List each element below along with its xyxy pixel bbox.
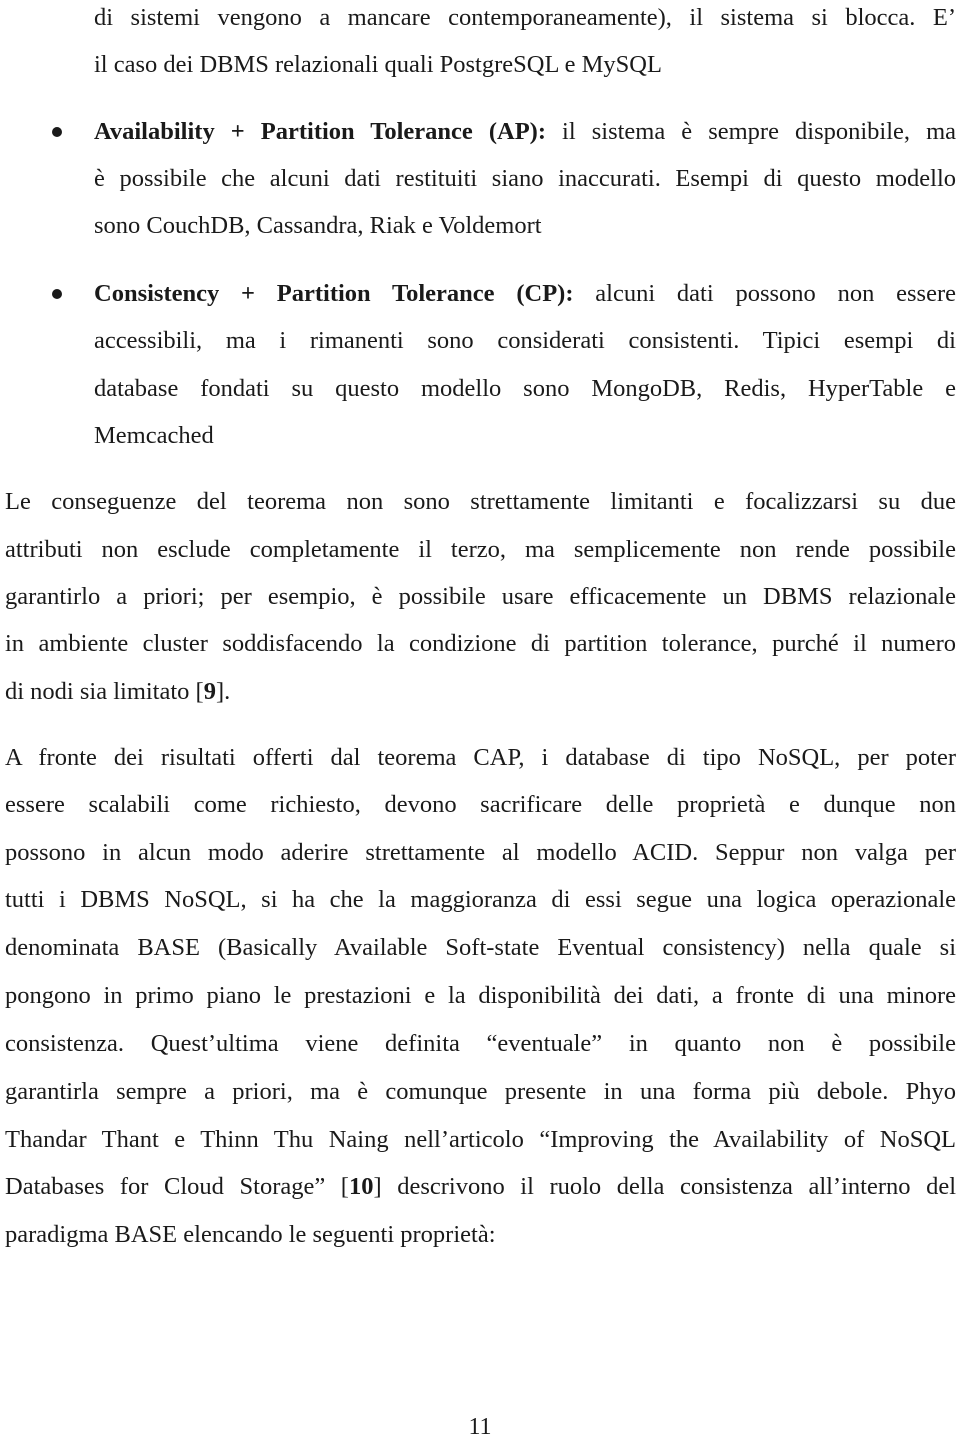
text-line: attributi non esclude completamente il t…: [5, 536, 956, 563]
text-line: pongono in primo piano le prestazioni e …: [5, 982, 956, 1009]
bullet-term: Availability + Partition Tolerance (AP):: [94, 118, 546, 145]
text-fragment: ] descrivono il ruolo della consistenza …: [373, 1173, 956, 1200]
text-line: accessibili, ma i rimanenti sono conside…: [94, 327, 956, 354]
bullet-icon: [52, 127, 62, 137]
text-line: paradigma BASE elencando le seguenti pro…: [5, 1221, 496, 1248]
text-line: di sistemi vengono a mancare contemporan…: [94, 4, 956, 31]
page-number: 11: [468, 1414, 492, 1440]
text-line: Le conseguenze del teorema non sono stre…: [5, 488, 956, 515]
text-line: garantirla sempre a priori, ma è comunqu…: [5, 1078, 956, 1105]
text-line: garantirlo a priori; per esempio, è poss…: [5, 583, 956, 610]
text-line: Databases for Cloud Storage” [10] descri…: [5, 1172, 956, 1202]
bullet-icon: [52, 289, 62, 299]
bullet-term: Consistency + Partition Tolerance (CP):: [94, 280, 574, 307]
citation-link[interactable]: 10: [349, 1173, 374, 1200]
text-line: essere scalabili come richiesto, devono …: [5, 791, 956, 818]
text-fragment: Databases for Cloud Storage” [: [5, 1173, 349, 1200]
bullet-text: alcuni dati possono non essere: [573, 280, 956, 307]
text-line: sono CouchDB, Cassandra, Riak e Voldemor…: [94, 212, 542, 239]
citation-link[interactable]: 9: [204, 678, 216, 705]
text-line: è possibile che alcuni dati restituiti s…: [94, 165, 956, 192]
bullet-first-line: Consistency + Partition Tolerance (CP): …: [94, 279, 956, 309]
text-line: Memcached: [94, 422, 214, 449]
bullet-first-line: Availability + Partition Tolerance (AP):…: [94, 117, 956, 147]
text-line: tutti i DBMS NoSQL, si ha che la maggior…: [5, 886, 956, 913]
text-line: possono in alcun modo aderire strettamen…: [5, 839, 956, 866]
text-line: Thandar Thant e Thinn Thu Naing nell’art…: [5, 1126, 956, 1153]
text-line: A fronte dei risultati offerti dal teore…: [5, 744, 956, 771]
text-line: denominata BASE (Basically Available Sof…: [5, 934, 956, 961]
text-line: database fondati su questo modello sono …: [94, 375, 956, 402]
text-fragment: ].: [215, 678, 231, 705]
bullet-text: il sistema è sempre disponibile, ma: [546, 118, 957, 145]
text-fragment: di nodi sia limitato [: [5, 678, 204, 705]
text-line: in ambiente cluster soddisfacendo la con…: [5, 630, 956, 657]
text-line: consistenza. Quest’ultima viene definita…: [5, 1030, 956, 1057]
text-line: il caso dei DBMS relazionali quali Postg…: [94, 51, 662, 78]
text-line: di nodi sia limitato [9].: [5, 677, 230, 707]
